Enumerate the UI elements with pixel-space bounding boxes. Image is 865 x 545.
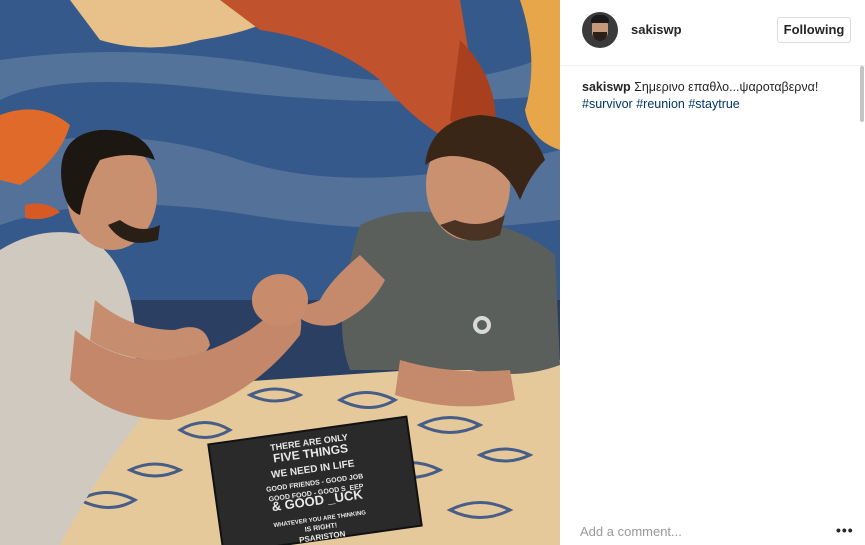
hashtag-survivor[interactable]: #survivor xyxy=(582,97,633,111)
comment-area: ••• xyxy=(560,515,865,545)
hashtag-staytrue[interactable]: #staytrue xyxy=(688,97,739,111)
post-image: THERE ARE ONLYFIVE THINGSWE NEED IN LIFE… xyxy=(0,0,560,545)
avatar[interactable] xyxy=(582,12,618,48)
avatar-beard xyxy=(593,32,607,41)
post-photo[interactable]: THERE ARE ONLY FIVE THINGS WE NEED IN LIFE… xyxy=(0,0,560,545)
following-button[interactable]: Following xyxy=(777,17,851,43)
post-side-panel: sakiswp Following sakiswp Σημερινο επαθλ… xyxy=(560,0,865,545)
header-username[interactable]: sakiswp xyxy=(631,22,682,37)
avatar-hair xyxy=(591,15,609,23)
caption-username[interactable]: sakiswp xyxy=(582,80,631,94)
post-caption: sakiswp Σημερινο επαθλο...ψαροταβερνα! #… xyxy=(582,79,852,113)
comment-input[interactable] xyxy=(580,521,820,541)
hashtag-reunion[interactable]: #reunion xyxy=(636,97,685,111)
more-options-icon[interactable]: ••• xyxy=(836,523,854,537)
caption-text: Σημερινο επαθλο...ψαροταβερνα! xyxy=(634,80,819,94)
post-header: sakiswp Following xyxy=(560,0,865,66)
comments-scrollbar[interactable] xyxy=(860,66,864,122)
